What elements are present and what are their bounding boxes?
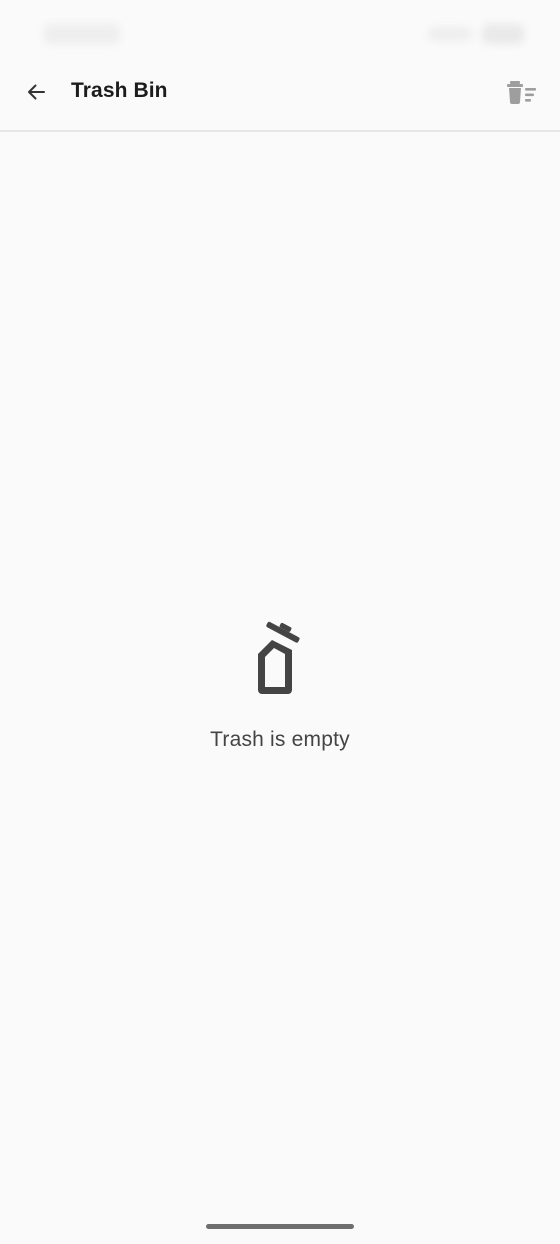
- status-bar-battery: [482, 24, 524, 44]
- status-bar-signal: [428, 27, 472, 41]
- page-title: Trash Bin: [71, 79, 168, 102]
- status-bar-time: [44, 24, 120, 44]
- arrow-left-icon: [28, 84, 45, 100]
- empty-trash-button[interactable]: [500, 70, 544, 114]
- trash-open-icon: [258, 621, 300, 694]
- home-indicator[interactable]: [206, 1224, 354, 1229]
- status-bar: [0, 0, 560, 64]
- app-bar: Trash Bin: [0, 64, 560, 132]
- empty-message: Trash is empty: [210, 728, 350, 751]
- delete-sweep-icon: [507, 81, 536, 104]
- empty-state: Trash is empty: [0, 620, 560, 752]
- back-button[interactable]: [14, 70, 58, 114]
